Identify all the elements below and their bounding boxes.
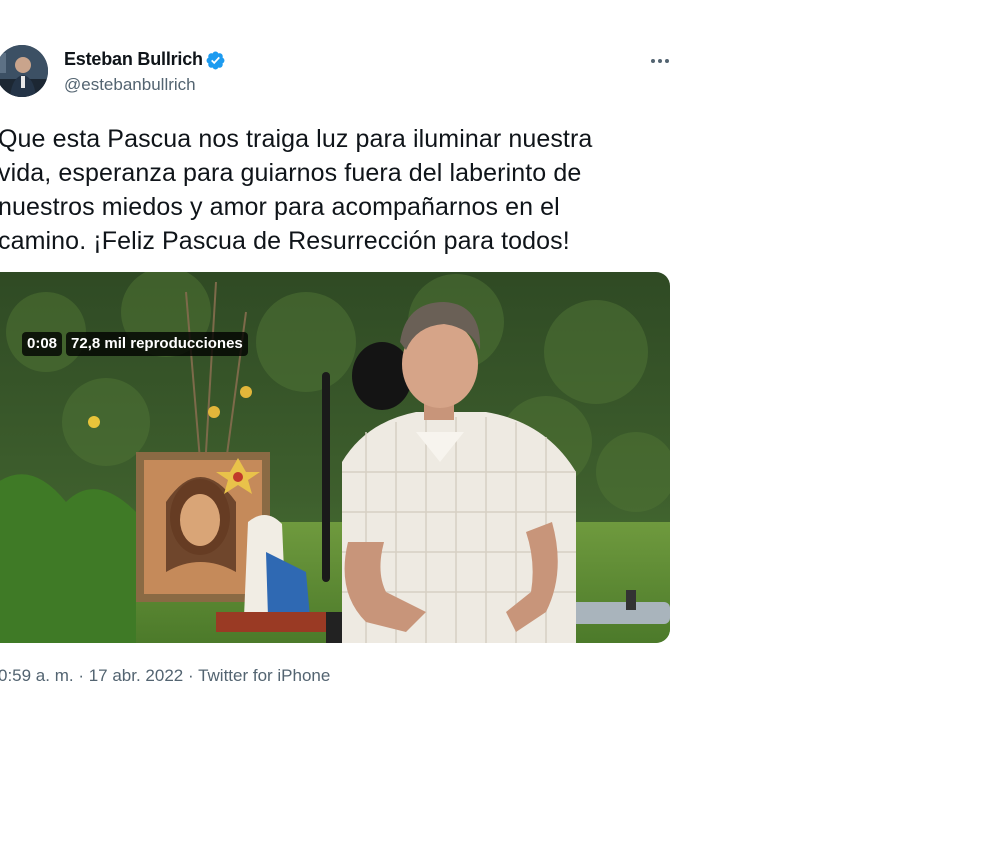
meta-separator: ·	[183, 666, 199, 685]
author-handle[interactable]: @estebanbullrich	[64, 75, 196, 95]
tweet-time[interactable]: 0:59 a. m.	[0, 666, 74, 685]
tweet-source[interactable]: Twitter for iPhone	[198, 666, 330, 685]
author-avatar[interactable]	[0, 45, 48, 97]
video-player[interactable]	[0, 272, 670, 643]
verified-badge-icon	[206, 51, 225, 70]
tweet-text: Que esta Pascua nos traiga luz para ilum…	[0, 122, 678, 258]
avatar-photo	[0, 45, 48, 97]
video-duration: 0:08	[22, 332, 63, 356]
video-thumbnail	[0, 272, 670, 643]
tweet-text-line: nuestros miedos y amor para acompañarnos…	[0, 193, 560, 221]
more-options-icon[interactable]	[648, 49, 672, 73]
video-badges: 0:08 72,8 mil reproducciones	[22, 332, 248, 356]
author-name[interactable]: Esteban Bullrich	[64, 49, 203, 70]
tweet-text-line: camino. ¡Feliz Pascua de Resurrección pa…	[0, 227, 570, 255]
view-count: 72,8 mil reproducciones	[66, 332, 248, 356]
tweet-text-line: vida, esperanza para guiarnos fuera del …	[0, 159, 582, 187]
tweet-date[interactable]: 17 abr. 2022	[89, 666, 184, 685]
tweet-metadata: 0:59 a. m. · 17 abr. 2022 · Twitter for …	[0, 666, 330, 686]
meta-separator: ·	[73, 666, 89, 685]
tweet-text-line: Que esta Pascua nos traiga luz para ilum…	[0, 125, 593, 153]
